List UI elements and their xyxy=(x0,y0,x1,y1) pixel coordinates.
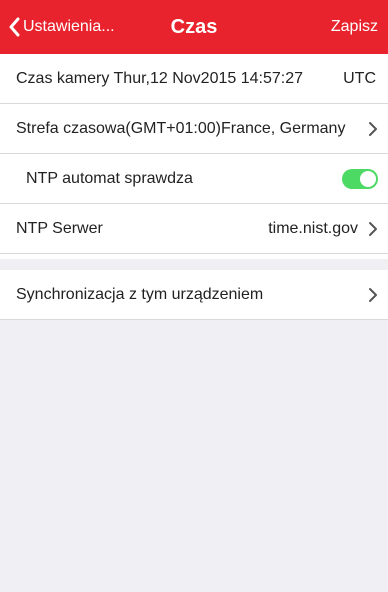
back-button-label: Ustawienia... xyxy=(23,18,115,35)
chevron-right-icon xyxy=(368,287,378,303)
navigation-bar: Ustawienia... Czas Zapisz xyxy=(0,0,388,54)
chevron-right-icon xyxy=(368,121,378,137)
ntp-auto-label: NTP automat sprawdza xyxy=(26,169,193,187)
time-settings-screen: Ustawienia... Czas Zapisz Czas kamery Th… xyxy=(0,0,388,592)
ntp-auto-toggle[interactable] xyxy=(342,169,378,189)
camera-time-row: Czas kamery Thur,12 Nov2015 14:57:27 UTC xyxy=(0,54,388,104)
ntp-server-label: NTP Serwer xyxy=(16,219,103,237)
time-settings-group: Czas kamery Thur,12 Nov2015 14:57:27 UTC… xyxy=(0,54,388,259)
back-button[interactable]: Ustawienia... xyxy=(8,16,115,38)
ntp-server-row[interactable]: NTP Serwer time.nist.gov xyxy=(0,204,388,254)
toggle-knob xyxy=(360,171,376,187)
camera-time-label: Czas kamery Thur,12 Nov2015 14:57:27 xyxy=(16,70,303,88)
chevron-left-icon xyxy=(8,17,20,37)
camera-time-value: Thur,12 Nov2015 14:57:27 xyxy=(113,69,303,87)
camera-time-label-text: Czas kamery xyxy=(16,69,110,87)
sync-device-row[interactable]: Synchronizacja z tym urządzeniem xyxy=(0,270,388,320)
timezone-label: Strefa czasowa(GMT+01:00)France, Germany xyxy=(16,119,346,137)
timezone-row[interactable]: Strefa czasowa(GMT+01:00)France, Germany xyxy=(0,104,388,154)
sync-device-label: Synchronizacja z tym urządzeniem xyxy=(16,285,264,303)
ntp-auto-row: NTP automat sprawdza xyxy=(0,154,388,204)
section-separator xyxy=(0,259,388,270)
camera-time-suffix: UTC xyxy=(343,69,376,87)
save-button[interactable]: Zapisz xyxy=(331,16,378,38)
ntp-server-value: time.nist.gov xyxy=(268,219,358,237)
chevron-right-icon xyxy=(368,221,378,237)
sync-group: Synchronizacja z tym urządzeniem xyxy=(0,270,388,320)
